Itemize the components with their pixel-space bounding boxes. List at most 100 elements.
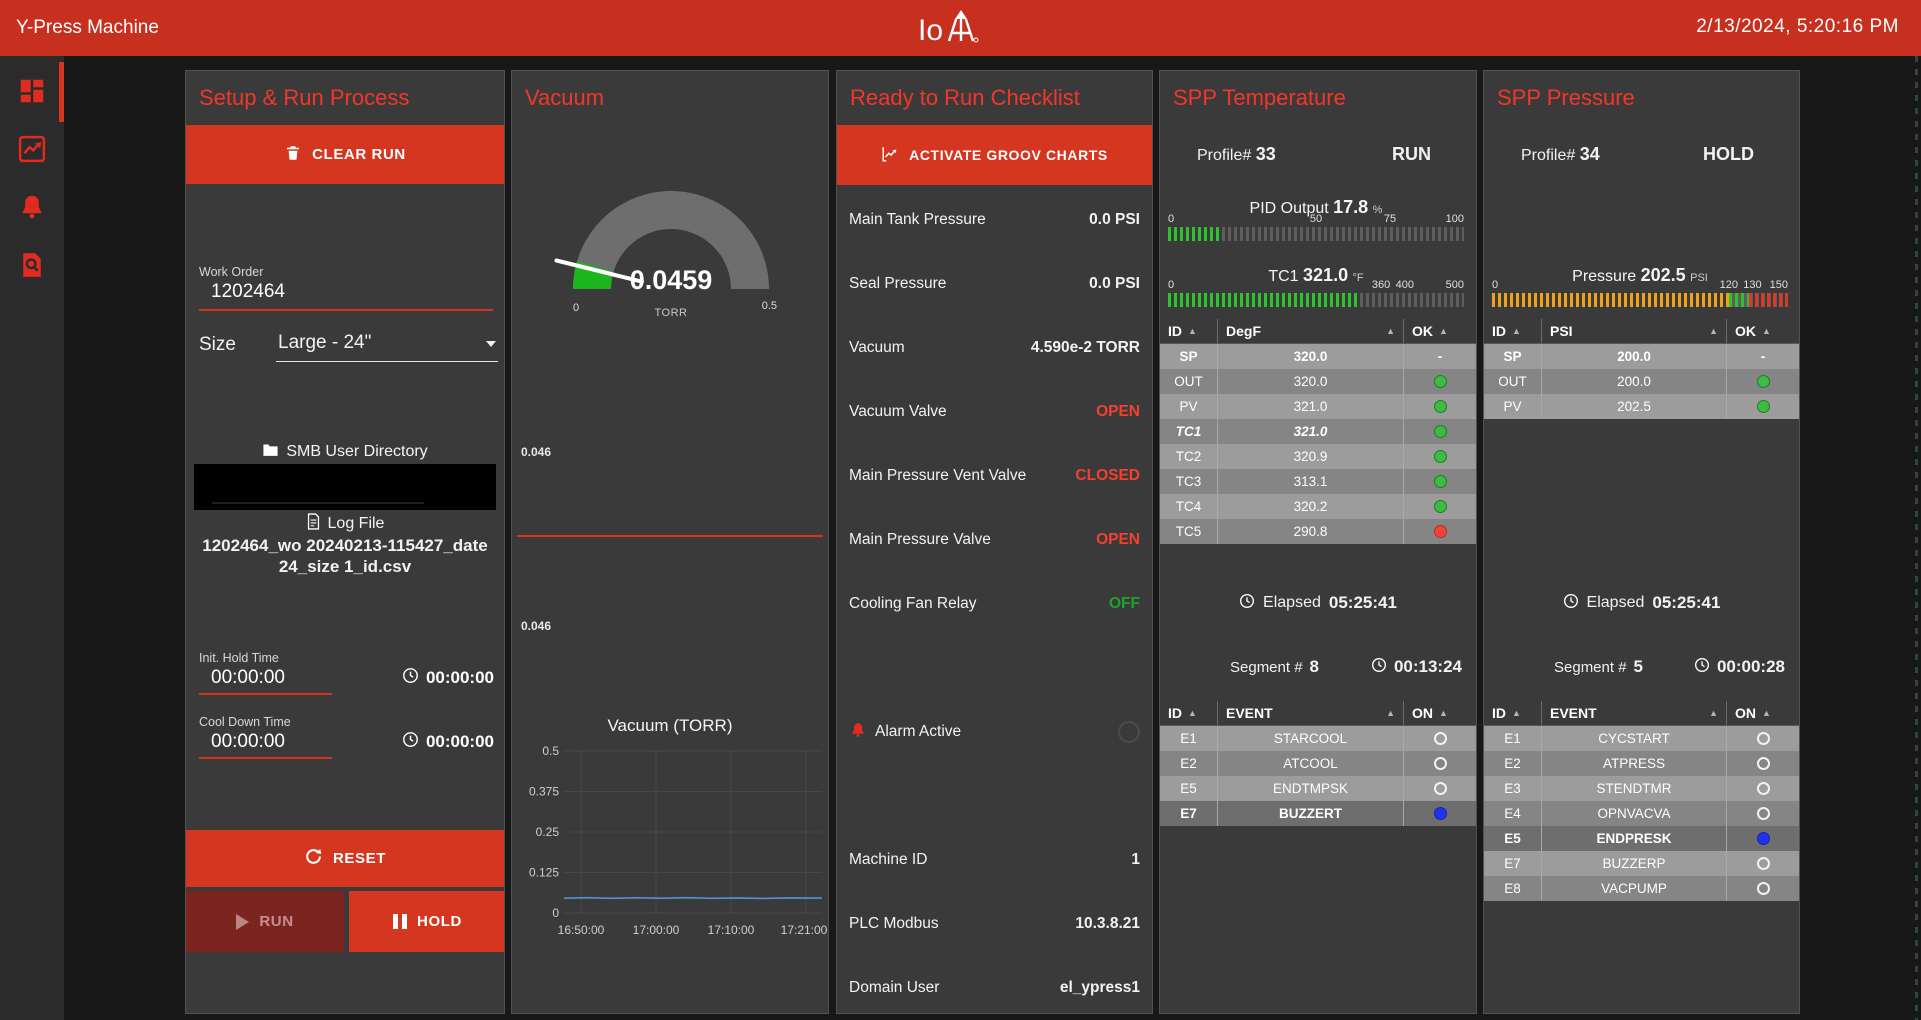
scrollbar[interactable] [1915, 56, 1918, 1020]
init-hold-input[interactable] [199, 665, 332, 695]
size-value: Large - 24" [278, 332, 371, 353]
column-header-id[interactable]: ID▲ [1484, 701, 1542, 725]
svg-text:17:21:00: 17:21:00 [781, 923, 828, 937]
column-header-psi[interactable]: PSI▲ [1542, 319, 1727, 343]
pressure-zone-ok [1729, 293, 1749, 307]
sort-icon: ▲ [1188, 326, 1197, 336]
tc1-bar: 0 360 400 500 [1168, 279, 1464, 311]
datetime: 2/13/2024, 5:20:16 PM [1696, 16, 1899, 38]
column-header-event[interactable]: EVENT▲ [1542, 701, 1727, 725]
svg-text:0.375: 0.375 [529, 785, 559, 799]
pressure-events-table: ID▲ EVENT▲ ON▲ E1CYCSTART E2ATPRESS E3ST… [1484, 701, 1799, 901]
vacuum-series-line [564, 898, 822, 899]
table-row: TC4320.2 [1160, 494, 1476, 519]
checklist-value: 0.0 PSI [1089, 211, 1140, 229]
checklist-row: Main Pressure Valve OPEN [849, 527, 1140, 553]
trash-icon [284, 144, 302, 166]
logo-text: Io [918, 14, 943, 48]
run-state-badge: RUN [1392, 144, 1431, 165]
cool-down-label: Cool Down Time [199, 715, 349, 729]
alarm-bell-icon [849, 721, 867, 744]
event-led [1757, 782, 1770, 795]
column-header-on[interactable]: ON▲ [1404, 701, 1476, 725]
checklist-row: Main Pressure Vent Valve CLOSED [849, 463, 1140, 489]
clock-icon [1239, 593, 1255, 614]
log-file-link[interactable]: Log File [186, 513, 504, 535]
column-header-id[interactable]: ID▲ [1484, 319, 1542, 343]
hold-button[interactable]: HOLD [349, 891, 505, 952]
event-led [1757, 832, 1770, 845]
sidebar-item-dashboard[interactable] [17, 76, 47, 106]
column-header-ok[interactable]: OK▲ [1727, 319, 1799, 343]
run-state-badge: HOLD [1703, 144, 1754, 165]
checklist-row: Vacuum 4.590e-2 TORR [849, 335, 1140, 361]
clear-run-label: CLEAR RUN [312, 146, 406, 163]
svg-text:16:50:00: 16:50:00 [558, 923, 605, 937]
smb-path-display [194, 464, 496, 510]
segment-row: Segment # 8 00:13:24 [1230, 655, 1462, 679]
column-header-degf[interactable]: DegF▲ [1218, 319, 1404, 343]
reset-label: RESET [333, 850, 386, 867]
clock-icon [402, 731, 419, 753]
column-header-id[interactable]: ID▲ [1160, 319, 1218, 343]
header-bar: Y-Press Machine Io 2/13/2024, 5:20:16 PM [0, 0, 1921, 56]
column-header-event[interactable]: EVENT▲ [1218, 701, 1404, 725]
clear-run-button[interactable]: CLEAR RUN [186, 125, 504, 184]
event-led [1434, 757, 1447, 770]
pressure-bar: 0 120 130 150 [1492, 279, 1788, 311]
event-row: E7BUZZERT [1160, 801, 1476, 826]
reset-button[interactable]: RESET [186, 830, 504, 887]
checklist-label: Seal Pressure [849, 275, 946, 293]
clock-icon [1694, 657, 1710, 677]
run-button[interactable]: RUN [186, 891, 344, 952]
event-row: E7BUZZERP [1484, 851, 1799, 876]
threshold-line [517, 535, 823, 537]
sidebar-item-event-log[interactable] [17, 250, 47, 280]
cool-down-input[interactable] [199, 729, 332, 759]
pid-output-bar: 0 50 75 100 [1168, 213, 1464, 245]
svg-text:0.125: 0.125 [529, 866, 559, 880]
clock-icon [402, 667, 419, 689]
panel-title: Setup & Run Process [199, 85, 409, 111]
smb-directory-link[interactable]: SMB User Directory [186, 442, 504, 462]
panel-title: Ready to Run Checklist [850, 85, 1080, 111]
column-header-ok[interactable]: OK▲ [1404, 319, 1476, 343]
size-dropdown[interactable]: Large - 24" [276, 332, 498, 362]
vacuum-trend-chart: 0.5 0.375 0.25 0.125 0 16:50:00 17:00:00… [512, 743, 829, 953]
work-order-input[interactable] [199, 279, 493, 311]
column-header-id[interactable]: ID▲ [1160, 701, 1218, 725]
sidebar-item-trends[interactable] [17, 134, 47, 164]
sort-icon: ▲ [1188, 708, 1197, 718]
segment-label: Segment # [1554, 659, 1627, 676]
activate-groov-charts-button[interactable]: ACTIVATE GROOV CHARTS [837, 125, 1152, 185]
log-search-icon [17, 267, 47, 284]
pause-icon [393, 914, 407, 929]
info-row: Machine ID 1 [849, 847, 1140, 873]
active-page-indicator [59, 62, 64, 122]
info-label: PLC Modbus [849, 915, 939, 933]
sidebar-item-alarms[interactable] [17, 192, 47, 222]
event-row: E4OPNVACVA [1484, 801, 1799, 826]
logo-arrow-icon [943, 9, 979, 48]
event-row: E2ATCOOL [1160, 751, 1476, 776]
smb-label: SMB User Directory [286, 443, 427, 461]
table-row: OUT200.0 [1484, 369, 1799, 394]
elapsed-value: 05:25:41 [1329, 593, 1397, 613]
iot-logo: Io [918, 9, 979, 48]
event-row: E8VACPUMP [1484, 876, 1799, 901]
checklist-value: 0.0 PSI [1089, 275, 1140, 293]
event-row: E1CYCSTART [1484, 726, 1799, 751]
checklist-value: OFF [1109, 595, 1140, 613]
info-value: 1 [1131, 851, 1140, 869]
column-header-on[interactable]: ON▲ [1727, 701, 1799, 725]
status-led: - [1761, 349, 1766, 364]
chevron-down-icon [486, 341, 496, 347]
spp-temperature-panel: SPP Temperature Profile# 33 RUN PID Outp… [1159, 70, 1477, 1014]
pressure-zone-low [1492, 293, 1729, 307]
sort-icon: ▲ [1709, 326, 1718, 336]
profile-label: Profile# [1521, 147, 1575, 164]
spp-pressure-panel: SPP Pressure Profile# 34 HOLD Pressure 2… [1483, 70, 1800, 1014]
status-led [1434, 475, 1447, 488]
init-hold-field: Init. Hold Time [199, 651, 349, 695]
svg-text:0.25: 0.25 [536, 825, 560, 839]
